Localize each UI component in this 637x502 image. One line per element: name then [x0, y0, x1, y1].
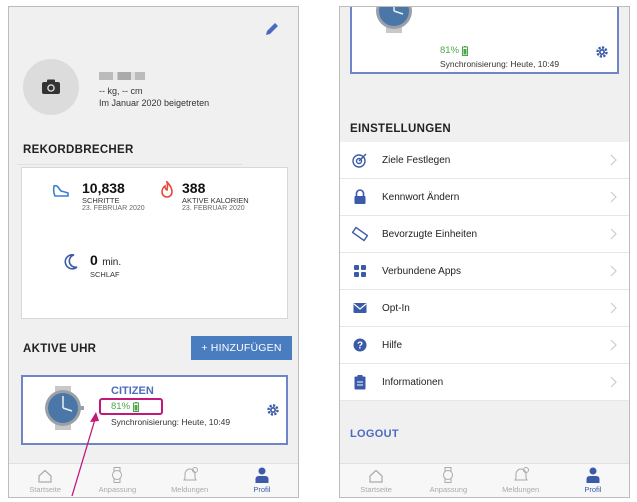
setting-label: Verbundene Apps — [382, 265, 461, 277]
watch-icon — [443, 467, 454, 483]
chevron-right-icon — [610, 376, 617, 388]
home-icon — [369, 469, 383, 483]
setting-label: Opt-In — [382, 302, 410, 314]
sleep-value: 0 — [90, 252, 98, 268]
profile-screen: -- kg, -- cm Im Januar 2020 beigetreten … — [8, 6, 299, 498]
clipboard-icon — [354, 374, 366, 389]
watch-sync: Synchronisierung: Heute, 10:49 — [440, 59, 560, 69]
steps-value: 10,838 — [82, 180, 125, 196]
nav-label: Startseite — [29, 485, 61, 494]
chevron-right-icon — [610, 154, 617, 166]
setting-label: Ziele Festlegen — [382, 154, 451, 166]
active-watch-title: AKTIVE UHR — [23, 343, 97, 355]
svg-text:?: ? — [357, 341, 363, 352]
battery-percent: 81% — [440, 45, 460, 56]
setting-verbundene-apps[interactable]: Verbundene Apps — [340, 253, 629, 290]
target-icon — [352, 153, 367, 168]
settings-screen: 81% Synchronisierung: Heute, 10:49 EINST… — [339, 6, 630, 498]
person-icon — [255, 467, 269, 483]
watch-battery: 81% — [440, 45, 469, 56]
chevron-right-icon — [610, 339, 617, 351]
setting-bevorzugte-einheiten[interactable]: Bevorzugte Einheiten — [340, 216, 629, 253]
calories-label: AKTIVE KALORIEN — [182, 196, 249, 205]
gear-icon[interactable] — [266, 403, 280, 417]
nav-label: Profil — [584, 485, 602, 494]
nav-startseite[interactable]: Startseite — [340, 464, 412, 497]
divider — [17, 164, 242, 165]
mail-icon — [353, 303, 367, 313]
nav-anpassung[interactable]: Anpassung — [412, 464, 484, 497]
battery-icon — [462, 45, 469, 56]
setting-opt-in[interactable]: Opt-In — [340, 290, 629, 327]
setting-hilfe[interactable]: ? Hilfe — [340, 327, 629, 364]
nav-profil[interactable]: Profil — [226, 464, 298, 497]
record-calories: 388 AKTIVE KALORIEN 23. FEBRUAR 2020 — [182, 180, 249, 212]
blurred-username — [99, 72, 145, 80]
watch-sync: Synchronisierung: Heute, 10:49 — [111, 417, 231, 427]
edit-pencil-icon[interactable] — [264, 21, 280, 37]
nav-label: Anpassung — [429, 485, 468, 494]
lock-icon — [354, 189, 366, 204]
records-title: REKORDBRECHER — [23, 144, 134, 156]
logout-link[interactable]: LOGOUT — [350, 428, 399, 440]
record-steps: 10,838 SCHRITTE 23. FEBRUAR 2020 — [82, 180, 145, 212]
setting-informationen[interactable]: Informationen — [340, 364, 629, 401]
watch-image — [376, 7, 412, 33]
joined-date: Im Januar 2020 beigetreten — [99, 98, 210, 108]
chevron-right-icon — [610, 302, 617, 314]
chevron-right-icon — [610, 228, 617, 240]
setting-label: Informationen — [382, 376, 444, 388]
camera-icon — [42, 79, 60, 94]
body-stats: -- kg, -- cm — [99, 86, 143, 96]
settings-list: Ziele Festlegen Kennwort Ändern Bevorzug… — [340, 142, 629, 401]
shoe-icon — [52, 184, 69, 197]
ruler-icon — [352, 226, 368, 242]
chevron-right-icon — [610, 191, 617, 203]
avatar[interactable] — [23, 59, 79, 115]
watch-icon — [112, 467, 123, 483]
home-icon — [38, 469, 52, 483]
bottom-nav: Startseite Anpassung Meldungen Profil — [9, 463, 298, 497]
nav-profil[interactable]: Profil — [557, 464, 629, 497]
setting-label: Bevorzugte Einheiten — [382, 228, 478, 240]
active-watch-card[interactable]: 81% Synchronisierung: Heute, 10:49 — [350, 7, 619, 74]
apps-grid-icon — [354, 265, 366, 277]
chevron-right-icon — [610, 265, 617, 277]
setting-kennwort-aendern[interactable]: Kennwort Ändern — [340, 179, 629, 216]
watch-name: CITIZEN — [111, 385, 154, 397]
calories-date: 23. FEBRUAR 2020 — [182, 205, 245, 212]
bottom-nav: Startseite Anpassung Meldungen Profil — [340, 463, 629, 497]
records-card: 10,838 SCHRITTE 23. FEBRUAR 2020 388 AKT… — [21, 167, 288, 319]
steps-date: 23. FEBRUAR 2020 — [82, 205, 145, 212]
bell-icon — [513, 467, 529, 481]
nav-label: Profil — [253, 485, 271, 494]
person-icon — [586, 467, 600, 483]
flame-icon — [161, 181, 173, 198]
bell-icon — [182, 467, 198, 481]
record-sleep: 0 min. SCHLAF — [90, 252, 121, 279]
nav-label: Meldungen — [171, 485, 209, 494]
help-icon: ? — [353, 338, 367, 352]
annotation-arrow — [71, 412, 99, 496]
steps-label: SCHRITTE — [82, 196, 120, 205]
sleep-unit: min. — [102, 257, 122, 268]
add-watch-button[interactable]: + HINZUFÜGEN — [191, 336, 292, 360]
nav-label: Anpassung — [98, 485, 137, 494]
sleep-label: SCHLAF — [90, 270, 120, 279]
settings-title: EINSTELLUNGEN — [350, 123, 452, 135]
setting-label: Kennwort Ändern — [382, 191, 460, 203]
nav-label: Startseite — [360, 485, 392, 494]
nav-meldungen[interactable]: Meldungen — [485, 464, 557, 497]
nav-label: Meldungen — [502, 485, 540, 494]
gear-icon[interactable] — [595, 45, 609, 59]
moon-icon — [64, 254, 78, 270]
battery-highlight — [99, 398, 163, 415]
nav-meldungen[interactable]: Meldungen — [154, 464, 226, 497]
setting-ziele-festlegen[interactable]: Ziele Festlegen — [340, 142, 629, 179]
setting-label: Hilfe — [382, 339, 403, 351]
calories-value: 388 — [182, 180, 206, 196]
